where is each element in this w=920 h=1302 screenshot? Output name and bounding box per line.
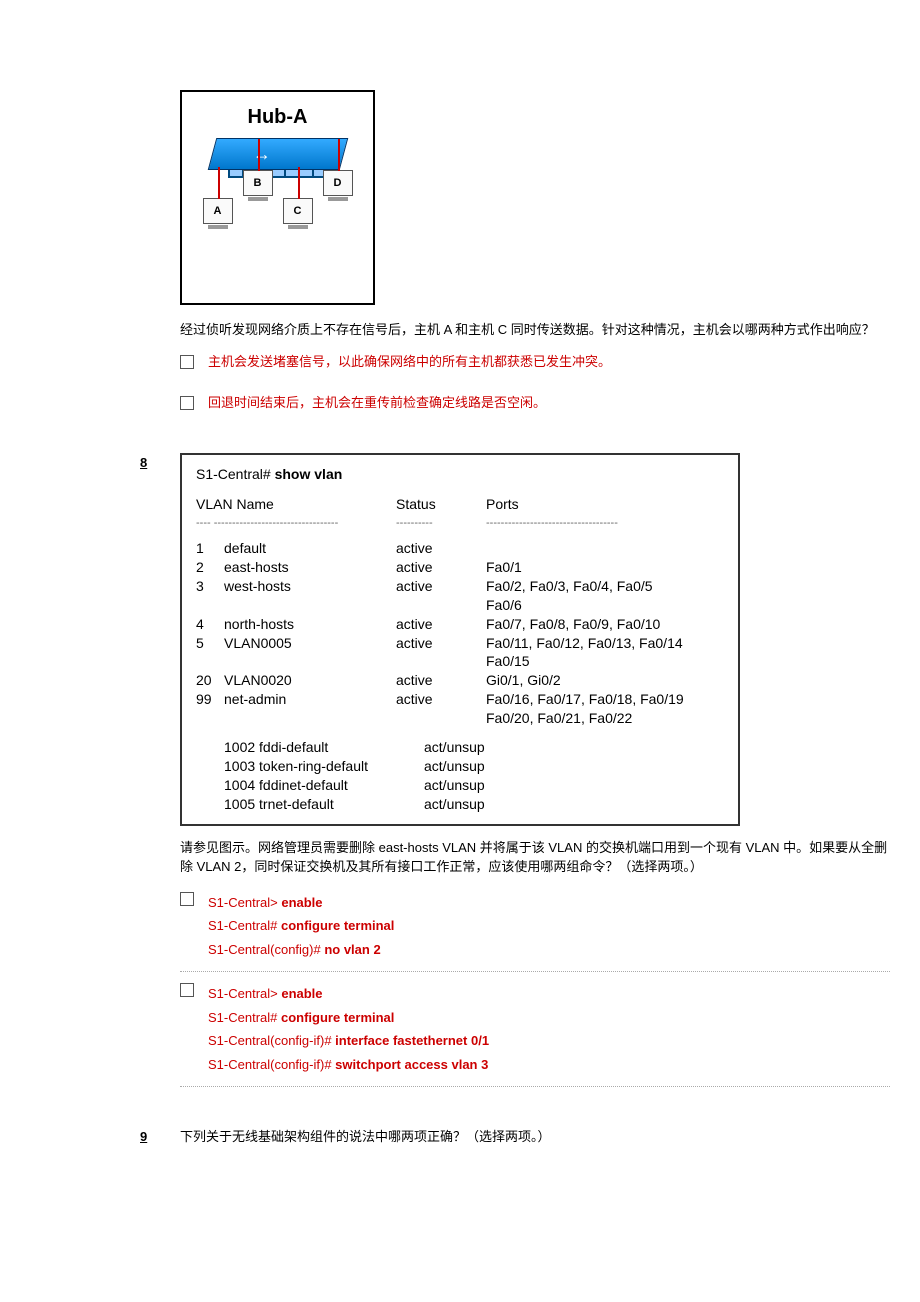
vlan-row: Fa0/20, Fa0/21, Fa0/22 [196, 709, 724, 728]
hub-diagram: Hub-A ↔ A B C D [180, 90, 375, 305]
question-number-8: 8 [140, 453, 147, 473]
hub-arrows-icon: ↔ [252, 141, 270, 168]
hub-title: Hub-A [248, 102, 308, 132]
q7-text: 经过侦听发现网络介质上不存在信号后，主机 A 和主机 C 同时传送数据。针对这种… [180, 320, 890, 340]
separator [180, 1086, 890, 1087]
question-7-block: Hub-A ↔ A B C D 经过侦听发现网络介质上不存在信号后，主机 A 和… [180, 90, 890, 413]
vlan-divider: ---- ---------------------------------- … [196, 516, 724, 531]
q7-option-1: 主机会发送堵塞信号，以此确保网络中的所有主机都获悉已发生冲突。 [180, 352, 890, 372]
vlan-row: 1defaultactive [196, 539, 724, 558]
q8-answer-2: S1-Central> enable S1-Central# configure … [208, 980, 489, 1078]
q7-option-1-text: 主机会发送堵塞信号，以此确保网络中的所有主机都获悉已发生冲突。 [208, 352, 611, 372]
hub-body: ↔ [207, 138, 348, 170]
vlan-row: 1002 fddi-defaultact/unsup [196, 738, 724, 757]
vlan-rows: 1defaultactive2east-hostsactiveFa0/13wes… [196, 539, 724, 728]
host-a: A [203, 198, 233, 224]
col-ports: Ports [486, 495, 724, 514]
q8-answer-1: S1-Central> enable S1-Central# configure … [208, 889, 394, 964]
cmd-line: S1-Central(config-if)# interface fasteth… [208, 1031, 489, 1051]
q7-option-2: 回退时间结束后，主机会在重传前检查确定线路是否空闲。 [180, 393, 890, 413]
vlan-row: 20VLAN0020activeGi0/1, Gi0/2 [196, 671, 724, 690]
cmd-line: S1-Central# configure terminal [208, 916, 394, 936]
vlan-row: 1004 fddinet-defaultact/unsup [196, 776, 724, 795]
question-9-block: 下列关于无线基础架构组件的说法中哪两项正确？（选择两项。） [180, 1127, 890, 1147]
vlan-default-rows: 1002 fddi-defaultact/unsup1003 token-rin… [196, 738, 724, 814]
q9-text: 下列关于无线基础架构组件的说法中哪两项正确？（选择两项。） [180, 1127, 890, 1147]
col-vlan-name: VLAN Name [196, 495, 396, 514]
checkbox-icon[interactable] [180, 355, 194, 369]
cmd-line: S1-Central(config-if)# switchport access… [208, 1055, 489, 1075]
hosts-row: A B C D [203, 198, 353, 224]
vlan-row: 5VLAN0005activeFa0/11, Fa0/12, Fa0/13, F… [196, 634, 724, 653]
q8-text: 请参见图示。网络管理员需要删除 east-hosts VLAN 并将属于该 VL… [180, 838, 890, 877]
col-status: Status [396, 495, 486, 514]
cmd-line: S1-Central> enable [208, 984, 489, 1004]
vlan-row: 1005 trnet-defaultact/unsup [196, 795, 724, 814]
prompt: S1-Central# [196, 466, 275, 482]
checkbox-icon[interactable] [180, 892, 194, 906]
host-b: B [243, 170, 273, 196]
separator [180, 971, 890, 972]
vlan-row: 99net-adminactiveFa0/16, Fa0/17, Fa0/18,… [196, 690, 724, 709]
checkbox-icon[interactable] [180, 983, 194, 997]
vlan-row: Fa0/6 [196, 596, 724, 615]
host-c: C [283, 198, 313, 224]
cmd-line: S1-Central> enable [208, 893, 394, 913]
question-number-9: 9 [140, 1127, 147, 1147]
checkbox-icon[interactable] [180, 396, 194, 410]
q8-option-1: S1-Central> enable S1-Central# configure … [180, 889, 890, 964]
vlan-row: 4north-hostsactiveFa0/7, Fa0/8, Fa0/9, F… [196, 615, 724, 634]
vlan-row: Fa0/15 [196, 652, 724, 671]
question-8-block: S1-Central# show vlan VLAN Name Status P… [180, 453, 890, 1088]
vlan-header: VLAN Name Status Ports [196, 495, 724, 514]
host-d: D [323, 170, 353, 196]
vlan-row: 2east-hostsactiveFa0/1 [196, 558, 724, 577]
vlan-row: 1003 token-ring-defaultact/unsup [196, 757, 724, 776]
vlan-output-box: S1-Central# show vlan VLAN Name Status P… [180, 453, 740, 826]
q8-option-2: S1-Central> enable S1-Central# configure … [180, 980, 890, 1078]
command: show vlan [275, 466, 343, 482]
cmd-line: S1-Central(config)# no vlan 2 [208, 940, 394, 960]
vlan-command-line: S1-Central# show vlan [196, 465, 724, 484]
vlan-row: 3west-hostsactiveFa0/2, Fa0/3, Fa0/4, Fa… [196, 577, 724, 596]
cmd-line: S1-Central# configure terminal [208, 1008, 489, 1028]
q7-option-2-text: 回退时间结束后，主机会在重传前检查确定线路是否空闲。 [208, 393, 546, 413]
